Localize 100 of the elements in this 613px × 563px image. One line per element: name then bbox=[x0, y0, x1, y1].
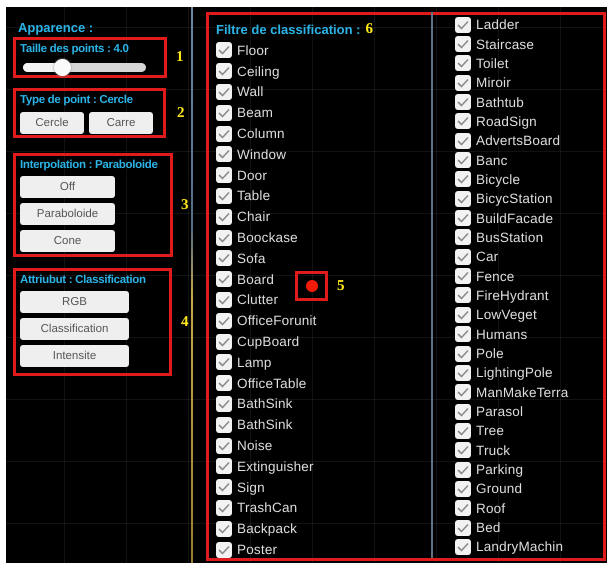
option-button[interactable]: Paraboloide bbox=[20, 203, 115, 225]
checkbox[interactable] bbox=[455, 268, 471, 284]
checkbox[interactable] bbox=[455, 229, 471, 246]
checkbox[interactable] bbox=[455, 500, 471, 516]
class-label: Window bbox=[237, 146, 286, 162]
checkbox[interactable] bbox=[216, 104, 232, 121]
class-label: BuildFacade bbox=[476, 210, 554, 226]
checkbox[interactable] bbox=[455, 190, 471, 207]
class-label: Ground bbox=[476, 481, 522, 496]
checkbox[interactable] bbox=[455, 74, 471, 91]
checkbox[interactable] bbox=[455, 36, 471, 52]
checkbox[interactable] bbox=[216, 375, 232, 392]
checkbox[interactable] bbox=[455, 422, 471, 439]
class-label: CupBoard bbox=[237, 334, 300, 350]
checkbox[interactable] bbox=[455, 404, 471, 420]
checkbox[interactable] bbox=[216, 230, 232, 246]
class-label: Humans bbox=[476, 326, 528, 342]
checkbox[interactable] bbox=[455, 384, 471, 400]
class-label: BathSink bbox=[237, 417, 293, 432]
checkbox[interactable] bbox=[455, 306, 471, 323]
checkbox[interactable] bbox=[455, 171, 471, 188]
checkbox[interactable] bbox=[455, 248, 471, 265]
checkbox[interactable] bbox=[455, 113, 471, 130]
checkbox[interactable] bbox=[216, 146, 232, 162]
class-label: LowVeget bbox=[476, 307, 537, 322]
checkbox[interactable] bbox=[216, 63, 232, 80]
annotation-number: 3 bbox=[181, 196, 188, 214]
option-button[interactable]: Off bbox=[20, 176, 115, 198]
class-label: Pole bbox=[476, 346, 504, 362]
option-button[interactable]: RGB bbox=[20, 291, 129, 313]
class-label: Ladder bbox=[476, 17, 520, 32]
checkbox[interactable] bbox=[216, 42, 232, 58]
checkbox[interactable] bbox=[216, 250, 232, 266]
checkbox[interactable] bbox=[455, 442, 471, 458]
checkbox[interactable] bbox=[455, 538, 471, 555]
option-button[interactable]: Cone bbox=[20, 230, 115, 252]
checkbox[interactable] bbox=[455, 346, 471, 362]
checkbox[interactable] bbox=[216, 354, 232, 370]
class-label: Door bbox=[237, 168, 268, 183]
checkbox[interactable] bbox=[216, 188, 232, 204]
checkbox[interactable] bbox=[216, 208, 232, 225]
checkbox[interactable] bbox=[455, 16, 471, 33]
checkbox[interactable] bbox=[216, 520, 232, 537]
checkbox[interactable] bbox=[455, 326, 471, 342]
class-label: Sofa bbox=[237, 250, 266, 266]
checkbox[interactable] bbox=[455, 364, 471, 381]
class-label: Banc bbox=[476, 152, 508, 168]
checkbox[interactable] bbox=[216, 438, 232, 454]
checkbox[interactable] bbox=[216, 271, 232, 288]
point-type-button[interactable]: Cercle bbox=[20, 112, 84, 134]
checkbox[interactable] bbox=[216, 396, 232, 412]
checkbox[interactable] bbox=[216, 292, 232, 308]
checkbox[interactable] bbox=[455, 210, 471, 226]
checkbox[interactable] bbox=[216, 416, 232, 433]
point-marker bbox=[306, 280, 318, 292]
checkbox[interactable] bbox=[216, 334, 232, 350]
class-label: Bed bbox=[476, 520, 501, 536]
class-label: TrashCan bbox=[237, 500, 298, 516]
checkbox[interactable] bbox=[216, 126, 232, 142]
option-button[interactable]: Intensite bbox=[20, 345, 129, 367]
class-label: Boockase bbox=[237, 230, 298, 246]
class-label: Fence bbox=[476, 268, 515, 284]
class-label: Parasol bbox=[476, 404, 524, 420]
checkbox[interactable] bbox=[455, 152, 471, 168]
class-label: AdvertsBoard bbox=[476, 133, 560, 148]
class-label: OfficeForunit bbox=[237, 313, 317, 328]
class-label: ManMakeTerra bbox=[476, 384, 568, 400]
class-label: Tree bbox=[476, 423, 504, 438]
class-label: Clutter bbox=[237, 292, 278, 308]
point-type-button[interactable]: Carre bbox=[89, 112, 153, 134]
class-label: Floor bbox=[237, 42, 269, 58]
class-label: Wall bbox=[237, 84, 264, 100]
class-label: BicycStation bbox=[476, 191, 553, 206]
class-label: Truck bbox=[476, 442, 510, 458]
checkbox[interactable] bbox=[455, 132, 471, 149]
checkbox[interactable] bbox=[216, 84, 232, 100]
checkbox[interactable] bbox=[455, 480, 471, 497]
class-label: Sign bbox=[237, 480, 265, 495]
annotation-number: 2 bbox=[177, 104, 184, 122]
checkbox[interactable] bbox=[216, 500, 232, 516]
checkbox[interactable] bbox=[455, 462, 471, 478]
slider-thumb[interactable] bbox=[54, 59, 72, 76]
checkbox[interactable] bbox=[216, 458, 232, 474]
checkbox[interactable] bbox=[455, 520, 471, 536]
section-title: Attriubut : Classification bbox=[20, 274, 147, 286]
checkbox[interactable] bbox=[216, 479, 232, 496]
slider-label: Taille des points : 4.0 bbox=[20, 43, 130, 55]
checkbox[interactable] bbox=[455, 94, 471, 110]
class-label: FireHydrant bbox=[476, 288, 549, 303]
checkbox[interactable] bbox=[216, 542, 232, 558]
section-title: Interpolation : Paraboloide bbox=[20, 159, 159, 171]
class-label: LandryMachin bbox=[476, 539, 564, 554]
checkbox[interactable] bbox=[455, 287, 471, 304]
class-label: Table bbox=[237, 188, 270, 204]
checkbox[interactable] bbox=[216, 312, 232, 329]
class-label: Parking bbox=[476, 462, 524, 478]
option-button[interactable]: Classification bbox=[20, 318, 129, 340]
checkbox[interactable] bbox=[216, 167, 232, 184]
class-label: Ceiling bbox=[237, 64, 280, 79]
checkbox[interactable] bbox=[455, 55, 471, 72]
